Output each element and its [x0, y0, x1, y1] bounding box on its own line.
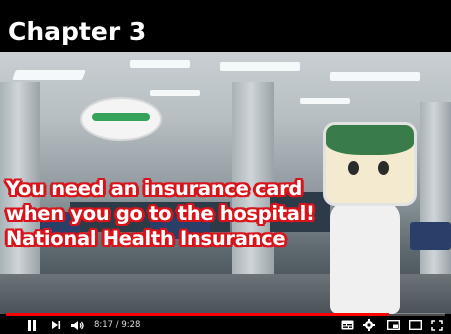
- miniplayer-icon[interactable]: [386, 319, 400, 331]
- waiting-chair: [410, 222, 451, 250]
- chapter-title: Chapter 3: [0, 14, 451, 50]
- pause-icon[interactable]: [26, 319, 38, 331]
- caption-line: National Health Insurance: [6, 227, 286, 250]
- caption-line: You need an insurance card: [6, 177, 303, 200]
- video-player[interactable]: Chapter 3 You need an insurance card whe…: [0, 0, 451, 334]
- caption-line: when you go to the hospital!: [6, 202, 315, 225]
- gear-icon[interactable]: [362, 319, 376, 331]
- pillar: [420, 102, 451, 282]
- video-caption: You need an insurance card when you go t…: [6, 176, 315, 251]
- ceiling-light: [150, 90, 200, 96]
- ceiling-light: [300, 98, 350, 104]
- robot-head: [323, 122, 417, 206]
- next-icon[interactable]: [50, 319, 62, 331]
- player-controls: 8:17 / 9:28: [0, 316, 451, 334]
- ceiling-light: [330, 72, 420, 81]
- subtitles-icon[interactable]: [340, 319, 354, 331]
- time-display: 8:17 / 9:28: [94, 320, 141, 330]
- drone-character: [80, 97, 162, 141]
- ceiling-light: [130, 60, 190, 68]
- ceiling-light: [12, 70, 86, 80]
- fullscreen-icon[interactable]: [430, 319, 444, 331]
- robot-body: [330, 202, 400, 314]
- volume-icon[interactable]: [70, 319, 86, 331]
- ceiling-light: [220, 62, 300, 71]
- theater-icon[interactable]: [408, 319, 422, 331]
